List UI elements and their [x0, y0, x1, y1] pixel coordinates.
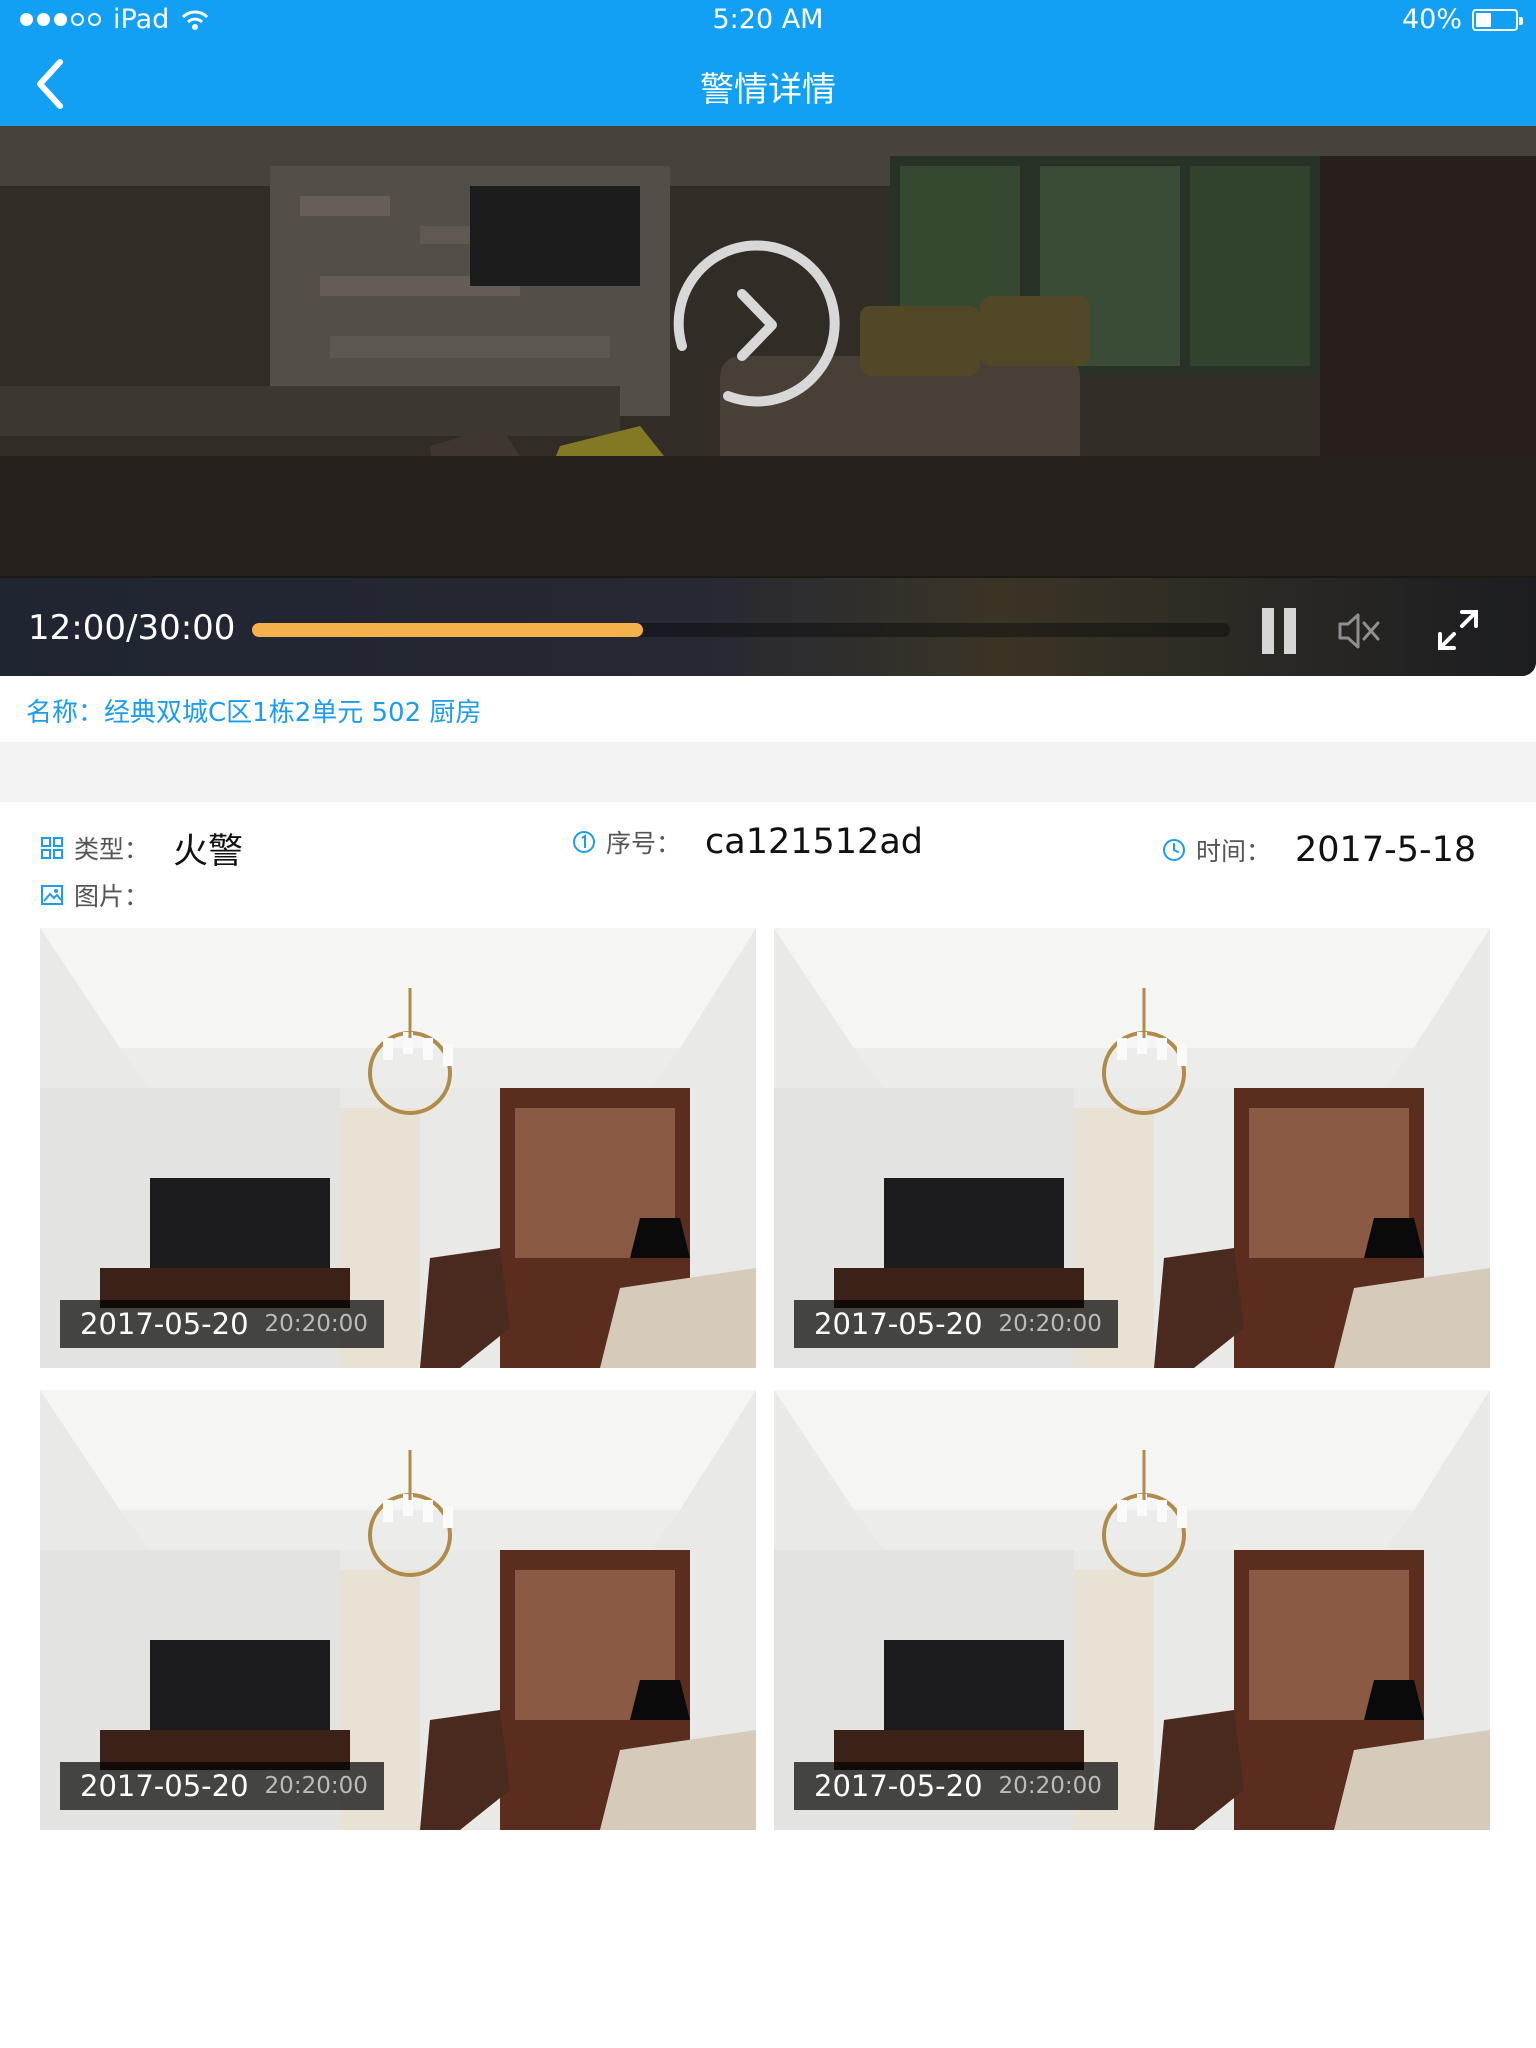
serial-value: ca121512ad — [705, 822, 923, 862]
video-controls: 12:00/30:00 — [0, 578, 1536, 676]
photo-date: 2017-05-20 — [80, 1307, 249, 1341]
photo-date: 2017-05-20 — [814, 1307, 983, 1341]
pictures-field: 图片： — [40, 878, 149, 912]
serial-field: 序号： ca121512ad — [572, 814, 923, 870]
photo-thumbnail[interactable]: 2017-05-20 20:20:00 — [774, 1390, 1490, 1830]
progress-bar[interactable] — [252, 623, 1230, 637]
type-value: 火警 — [173, 831, 244, 872]
photo-thumbnail[interactable]: 2017-05-20 20:20:00 — [40, 1390, 756, 1830]
photo-caption: 2017-05-20 20:20:00 — [60, 1300, 384, 1348]
video-player[interactable]: 12:00/30:00 — [0, 126, 1536, 676]
photo-caption: 2017-05-20 20:20:00 — [794, 1300, 1118, 1348]
video-time: 12:00/30:00 — [28, 608, 236, 648]
image-icon — [41, 885, 63, 905]
photo-thumbnail[interactable]: 2017-05-20 20:20:00 — [40, 928, 756, 1368]
pictures-label: 图片： — [74, 882, 150, 911]
photo-time: 20:20:00 — [998, 1773, 1102, 1799]
type-label: 类型： — [74, 835, 150, 864]
number-circle-icon — [573, 831, 595, 853]
pause-icon — [1262, 608, 1274, 654]
serial-label: 序号： — [606, 829, 682, 858]
mute-button[interactable] — [1336, 608, 1382, 654]
photo-time: 20:20:00 — [264, 1311, 368, 1337]
photo-date: 2017-05-20 — [80, 1769, 249, 1803]
photo-caption: 2017-05-20 20:20:00 — [794, 1762, 1118, 1810]
photo-caption: 2017-05-20 20:20:00 — [60, 1762, 384, 1810]
battery-percent: 40% — [1401, 4, 1462, 35]
fullscreen-button[interactable] — [1436, 608, 1480, 652]
type-field: 类型： 火警 — [40, 820, 243, 876]
status-bar: iPad 5:20 AM 40% — [0, 0, 1536, 40]
clock-icon — [1163, 839, 1185, 861]
time-value: 2017-5-18 — [1295, 830, 1477, 870]
play-circle-icon — [673, 240, 840, 407]
photo-time: 20:20:00 — [998, 1311, 1102, 1337]
fullscreen-icon — [1438, 610, 1478, 650]
mute-icon — [1338, 613, 1380, 649]
status-time: 5:20 AM — [712, 4, 824, 35]
page-title: 警情详情 — [700, 70, 836, 110]
battery-icon — [1472, 8, 1523, 31]
top-bar: iPad 5:20 AM 40% 警情详情 — [0, 0, 1536, 126]
photo-time: 20:20:00 — [264, 1773, 368, 1799]
time-label: 时间： — [1196, 837, 1272, 866]
progress-played — [252, 623, 644, 637]
nav-bar: 警情详情 — [0, 40, 1536, 126]
time-field: 时间： 2017-5-18 — [1162, 822, 1476, 878]
play-button[interactable] — [668, 236, 846, 414]
grid-icon — [41, 837, 63, 859]
section-divider — [0, 742, 1536, 802]
device-name-line: 名称：经典双城C区1栋2单元 502 厨房 — [26, 698, 482, 728]
status-right: 40% — [1401, 4, 1523, 35]
photo-thumbnail[interactable]: 2017-05-20 20:20:00 — [774, 928, 1490, 1368]
pause-button[interactable] — [1262, 608, 1296, 654]
photo-date: 2017-05-20 — [814, 1769, 983, 1803]
